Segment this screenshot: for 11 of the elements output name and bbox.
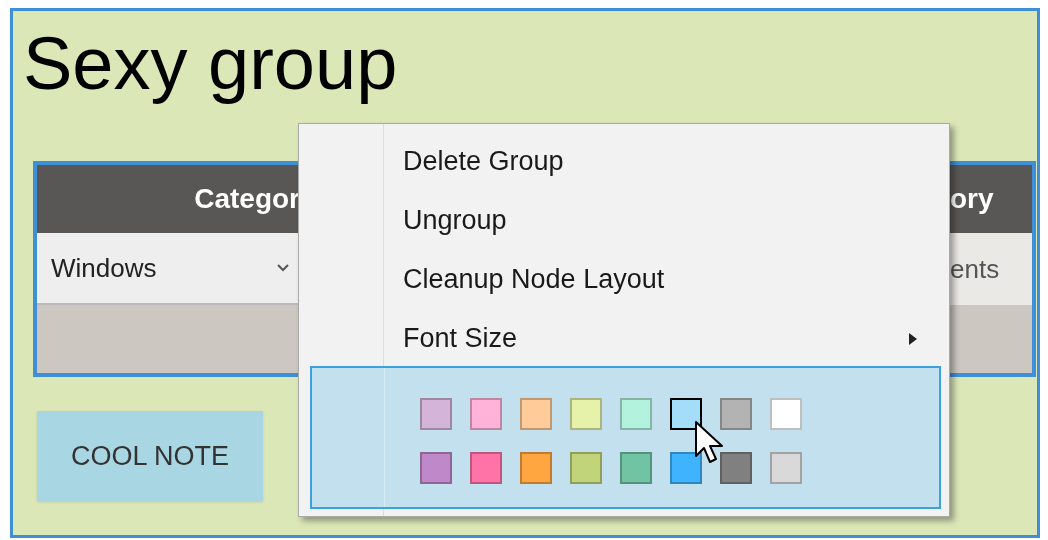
group-title: Sexy group bbox=[23, 21, 398, 107]
menu-item[interactable]: Cleanup Node Layout bbox=[300, 250, 940, 309]
table-cell-text: ents bbox=[950, 252, 1000, 286]
menu-item[interactable]: Delete Group bbox=[300, 132, 940, 191]
menu-item[interactable]: Font Size bbox=[300, 309, 940, 368]
column-header: ory bbox=[950, 183, 994, 214]
submenu-arrow-icon bbox=[908, 331, 918, 346]
chevron-icon bbox=[276, 263, 290, 273]
sticky-note: COOL NOTE bbox=[37, 411, 263, 501]
column-header: Categor bbox=[194, 182, 300, 216]
menu-item[interactable]: Ungroup bbox=[300, 191, 940, 250]
